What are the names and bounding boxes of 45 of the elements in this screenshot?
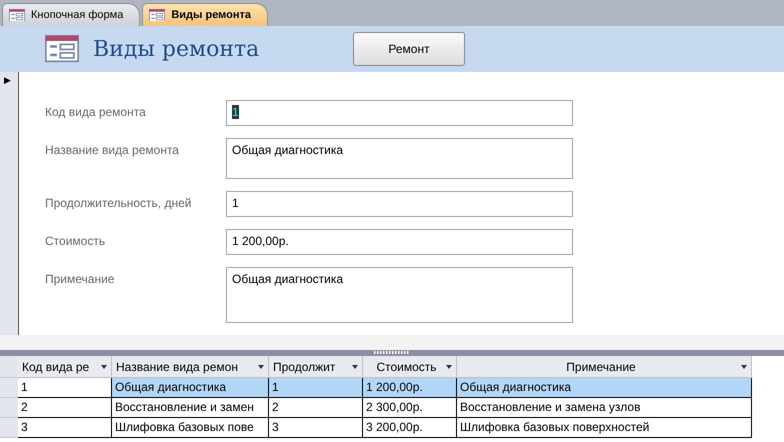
column-header[interactable]: Продолжит (269, 356, 363, 378)
input-field[interactable]: Общая диагностика (226, 267, 573, 323)
table-cell: Восстановление и замен (112, 398, 269, 418)
table-cell: 1 200,00р. (363, 378, 457, 398)
column-header[interactable]: Примечание (457, 356, 752, 378)
field-label: Примечание (45, 271, 116, 288)
dropdown-icon[interactable] (446, 364, 452, 368)
form-icon (45, 35, 79, 63)
column-header[interactable]: Название вида ремон (112, 356, 269, 378)
table-cell: Шлифовка базовых пове (112, 418, 269, 438)
field-label: Название вида ремонта (45, 142, 180, 159)
column-header[interactable]: Код вида ре (18, 356, 112, 378)
table-cell: 3 (269, 418, 363, 438)
dropdown-icon[interactable] (352, 364, 358, 368)
document-tab[interactable]: Виды ремонта (142, 3, 268, 26)
repair-button[interactable]: Ремонт (353, 32, 465, 66)
input-field[interactable]: Общая диагностика (226, 138, 573, 179)
table-cell: 3 200,00р. (363, 418, 457, 438)
field-label: Код вида ремонта (45, 104, 147, 121)
record-selector[interactable]: ▶ (0, 72, 19, 335)
dropdown-icon[interactable] (101, 364, 107, 368)
field-label: Продолжительность, дней (45, 195, 192, 212)
dropdown-icon[interactable] (258, 364, 264, 368)
input-field[interactable]: 1 (226, 191, 573, 217)
current-record-marker: ▶ (3, 74, 12, 87)
table-cell: 2 (269, 398, 363, 418)
table-cell: Общая диагностика (457, 378, 752, 398)
form-icon (9, 8, 25, 22)
dropdown-icon[interactable] (741, 364, 747, 368)
table-cell: 2 (18, 398, 112, 418)
input-field[interactable]: 1 (226, 100, 573, 126)
form-title: Виды ремонта (93, 36, 260, 62)
table-cell: 2 300,00р. (363, 398, 457, 418)
form-icon (149, 8, 166, 22)
table-cell: Шлифовка базовых поверхностей (457, 418, 752, 438)
table-cell: 3 (18, 418, 112, 438)
grip-icon (374, 350, 410, 356)
document-tab[interactable]: Кнопочная форма (2, 3, 140, 26)
table-cell: Восстановление и замена узлов (457, 398, 752, 418)
field-label: Стоимость (45, 233, 106, 250)
input-field[interactable]: 1 200,00р. (226, 229, 573, 255)
table-cell: Общая диагностика (112, 378, 269, 398)
column-header[interactable]: Стоимость (363, 356, 457, 378)
table-cell: 1 (18, 378, 112, 398)
table-cell: 1 (269, 378, 363, 398)
